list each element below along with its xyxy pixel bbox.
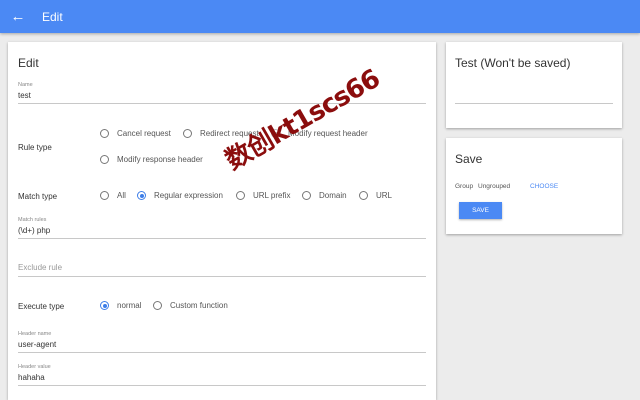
rule-type-label: Rule type	[18, 143, 52, 152]
header-value-value: hahaha	[18, 373, 45, 382]
radio-icon	[100, 155, 109, 164]
match-type-url-prefix[interactable]: URL prefix	[236, 191, 291, 200]
match-type-label: Match type	[18, 192, 58, 201]
radio-icon	[153, 301, 162, 310]
header-name-value: user-agent	[18, 340, 57, 349]
radio-icon	[100, 129, 109, 138]
rule-type-cancel-request[interactable]: Cancel request	[100, 129, 171, 138]
radio-selected-icon	[100, 301, 109, 310]
app-bar-title: Edit	[42, 9, 63, 24]
match-type-url[interactable]: URL	[359, 191, 392, 200]
save-heading: Save	[455, 152, 483, 166]
radio-icon	[100, 191, 109, 200]
match-type-all[interactable]: All	[100, 191, 126, 200]
app-bar: ← Edit	[0, 0, 640, 33]
group-label: Group	[455, 183, 474, 190]
match-rules-label: Match rules	[18, 217, 47, 223]
execute-type-label: Execute type	[18, 302, 65, 311]
rule-type-modify-response-header[interactable]: Modify response header	[100, 155, 203, 164]
edit-heading: Edit	[18, 56, 39, 70]
choose-group-button[interactable]: CHOOSE	[530, 183, 558, 190]
back-button[interactable]: ←	[0, 0, 36, 33]
test-card: Test (Won't be saved)	[446, 42, 622, 128]
header-value-label: Header value	[18, 364, 51, 370]
match-type-regular-expression[interactable]: Regular expression	[137, 191, 223, 200]
header-name-field[interactable]: Header name user-agent	[18, 331, 426, 353]
radio-icon	[236, 191, 245, 200]
save-card: Save Group Ungrouped CHOOSE SAVE	[446, 138, 622, 234]
radio-icon	[302, 191, 311, 200]
header-value-field[interactable]: Header value hahaha	[18, 364, 426, 386]
save-button[interactable]: SAVE	[459, 202, 502, 219]
execute-type-normal[interactable]: normal	[100, 301, 141, 310]
exclude-rule-placeholder: Exclude rule	[18, 263, 63, 272]
header-name-label: Header name	[18, 331, 52, 337]
radio-icon	[183, 129, 192, 138]
radio-selected-icon	[137, 191, 146, 200]
test-heading: Test (Won't be saved)	[455, 56, 571, 70]
execute-type-custom-function[interactable]: Custom function	[153, 301, 228, 310]
radio-icon	[359, 191, 368, 200]
group-value: Ungrouped	[478, 183, 511, 190]
test-url-input[interactable]	[455, 90, 613, 104]
exclude-rule-field[interactable]: Exclude rule	[18, 262, 426, 277]
match-rules-field[interactable]: Match rules (\d+) php	[18, 217, 426, 239]
match-type-domain[interactable]: Domain	[302, 191, 347, 200]
match-rules-value: (\d+) php	[18, 226, 51, 235]
arrow-left-icon: ←	[10, 8, 26, 25]
